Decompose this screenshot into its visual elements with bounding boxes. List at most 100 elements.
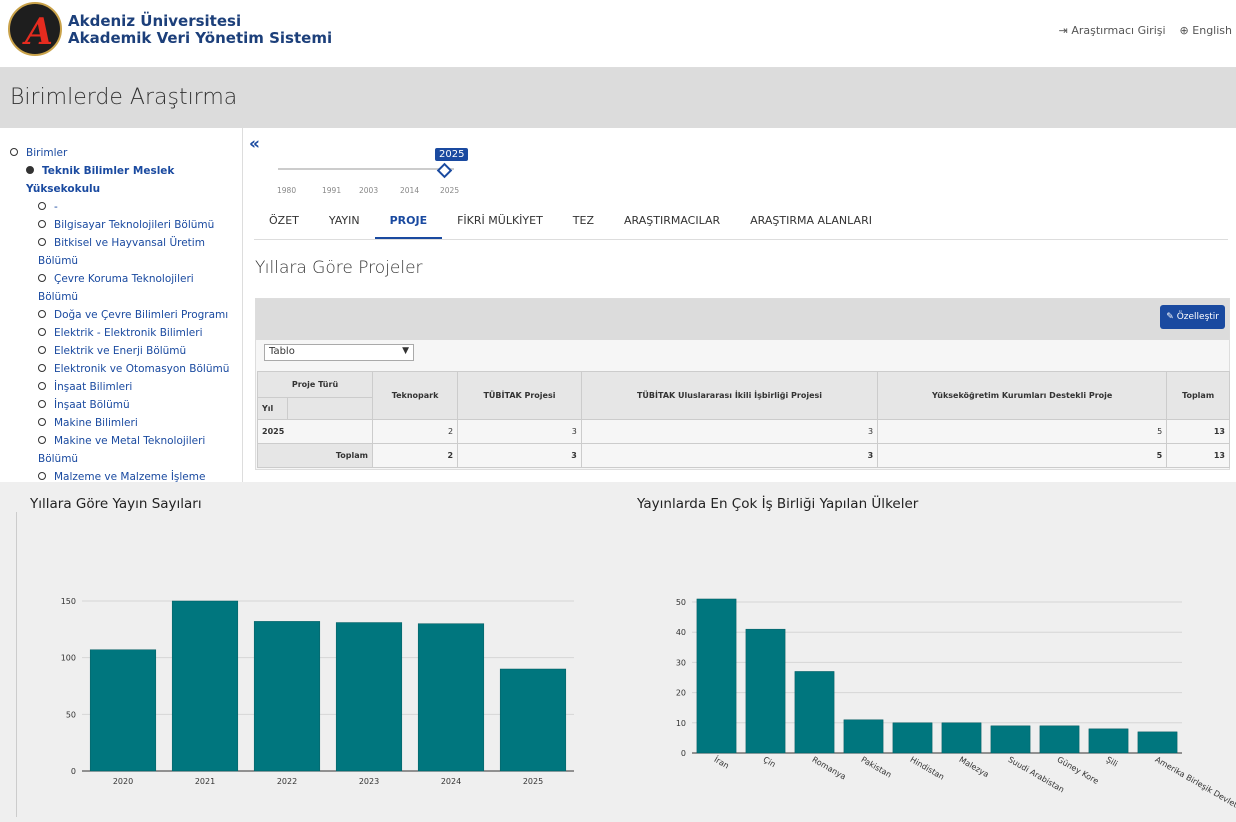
year-slider-track[interactable]: [278, 168, 454, 170]
x-tick-label: 2023: [359, 777, 379, 786]
column-header: TÜBİTAK Projesi: [457, 371, 582, 420]
login-icon: ⇥: [1058, 24, 1068, 37]
x-tick-label: 2020: [113, 777, 133, 786]
tree-item-label: Elektrik - Elektronik Bilimleri: [54, 327, 203, 339]
researcher-login-link[interactable]: ⇥ Araştırmacı Girişi: [1059, 24, 1166, 37]
col-header: Proje Türü: [257, 371, 373, 398]
x-tick-label: Romanya: [811, 755, 848, 782]
radio-icon: [38, 238, 46, 246]
column-header: Teknopark: [371, 371, 459, 420]
tree-item-label: İnşaat Bölümü: [54, 399, 130, 411]
tab-6[interactable]: ARAŞTIRMA ALANLARI: [735, 204, 887, 240]
radio-icon: [38, 436, 46, 444]
y-tick-label: 10: [676, 719, 686, 728]
total-value: 5: [877, 443, 1168, 468]
publications-chart: 0 50 100 150 2020 2021 2022 2023 2024 2025: [61, 597, 574, 786]
customize-button[interactable]: ✎ Özelleştir: [1160, 305, 1225, 329]
tree-item[interactable]: -: [10, 198, 238, 216]
tree-selected-unit[interactable]: Teknik Bilimler Meslek Yüksekokulu: [10, 162, 238, 198]
tree-item-label: Çevre Koruma Teknolojileri Bölümü: [38, 273, 194, 303]
tree-item[interactable]: Doğa ve Çevre Bilimleri Programı: [10, 306, 238, 324]
column-header: TÜBİTAK Uluslararası İkili İşbirliği Pro…: [580, 371, 879, 420]
tree-item[interactable]: Malzeme ve Malzeme İşleme Teknolojileri …: [10, 468, 238, 482]
row-header: Yıl: [257, 397, 288, 420]
tree-item[interactable]: Çevre Koruma Teknolojileri Bölümü: [10, 270, 238, 306]
y-tick-label: 50: [66, 710, 76, 719]
tree-item[interactable]: Elektrik - Elektronik Bilimleri: [10, 324, 238, 342]
tree-root-label: Birimler: [26, 147, 68, 159]
tab-2[interactable]: PROJE: [374, 204, 443, 240]
radio-icon: [38, 364, 46, 372]
bar: [696, 598, 737, 754]
total-label: Toplam: [257, 443, 373, 468]
tree-item-label: Elektrik ve Enerji Bölümü: [54, 345, 187, 357]
radio-icon: [38, 310, 46, 318]
logo-emblem: A: [25, 11, 53, 53]
tree-item[interactable]: Makine Bilimleri: [10, 414, 238, 432]
y-tick-label: 20: [676, 689, 686, 698]
x-tick-label: 2022: [277, 777, 297, 786]
y-tick-label: 150: [61, 597, 76, 606]
cell-value: 5: [877, 419, 1168, 444]
y-tick-label: 50: [676, 598, 686, 607]
bar: [941, 722, 982, 754]
bar: [990, 725, 1031, 754]
view-select-value: Tablo: [269, 346, 295, 357]
tree-item[interactable]: Elektronik ve Otomasyon Bölümü: [10, 360, 238, 378]
tree-item[interactable]: Bilgisayar Teknolojileri Bölümü: [10, 216, 238, 234]
bar: [892, 722, 933, 754]
radio-icon: [38, 346, 46, 354]
panel-header: ✎ Özelleştir: [256, 299, 1229, 340]
year-slider-handle[interactable]: [436, 162, 453, 179]
tab-4[interactable]: TEZ: [558, 204, 609, 240]
x-tick-label: 2025: [523, 777, 543, 786]
tree-item[interactable]: Makine ve Metal Teknolojileri Bölümü: [10, 432, 238, 468]
university-logo[interactable]: A: [8, 2, 62, 56]
x-tick-label: Amerika Birleşik Devletleri: [1154, 755, 1236, 816]
bar: [171, 600, 239, 772]
tree-item-label: Doğa ve Çevre Bilimleri Programı: [54, 309, 229, 321]
bar: [1088, 728, 1129, 754]
section-title: Yıllara Göre Projeler: [255, 258, 423, 278]
bar: [253, 621, 321, 772]
unit-sidebar: Birimler Teknik Bilimler Meslek Yüksekok…: [0, 128, 243, 482]
slider-year-label: 1980: [277, 186, 297, 195]
slider-year-label: 2003: [359, 186, 379, 195]
tab-3[interactable]: FİKRİ MÜLKİYET: [442, 204, 558, 240]
tree-item[interactable]: Elektrik ve Enerji Bölümü: [10, 342, 238, 360]
tab-bar: ÖZET YAYIN PROJE FİKRİ MÜLKİYET TEZ ARAŞTIRMA…: [254, 204, 887, 240]
site-title[interactable]: Akdeniz Üniversitesi Akademik Veri Yönet…: [68, 13, 332, 47]
unit-tree: Birimler Teknik Bilimler Meslek Yüksekok…: [10, 144, 238, 482]
tree-item[interactable]: İnşaat Bilimleri: [10, 378, 238, 396]
y-tick-label: 100: [61, 654, 76, 663]
year-slider-value: 2025: [435, 148, 469, 161]
x-tick-label: 2024: [441, 777, 461, 786]
login-label: Araştırmacı Girişi: [1071, 24, 1166, 37]
tree-root[interactable]: Birimler: [10, 144, 238, 162]
slider-year-label: 1991: [322, 186, 342, 195]
language-link[interactable]: ⊕ English: [1180, 24, 1232, 37]
radio-icon: [10, 148, 18, 156]
collapse-sidebar-icon[interactable]: «: [249, 134, 260, 154]
bar: [417, 623, 485, 772]
tab-0[interactable]: ÖZET: [254, 204, 314, 240]
main-content: « 2025 1980 1991 2003 2014 2025 ÖZET YAYIN PRO…: [244, 128, 1236, 482]
slider-year-label: 2025: [440, 186, 460, 195]
view-type-select[interactable]: Tablo ▼: [264, 344, 414, 361]
x-tick-label: 2021: [195, 777, 215, 786]
radio-icon: [38, 274, 46, 282]
radio-icon: [38, 472, 46, 480]
tree-item[interactable]: Bitkisel ve Hayvansal Üretim Bölümü: [10, 234, 238, 270]
y-tick-label: 30: [676, 658, 686, 667]
tree-item[interactable]: İnşaat Bölümü: [10, 396, 238, 414]
university-name: Akdeniz Üniversitesi: [68, 12, 242, 30]
tab-1[interactable]: YAYIN: [314, 204, 375, 240]
tree-item-label: Bilgisayar Teknolojileri Bölümü: [54, 219, 215, 231]
bar: [745, 628, 786, 754]
total-value: 3: [457, 443, 582, 468]
charts-area: Yıllara Göre Yayın Sayıları Yayınlarda E…: [0, 482, 1236, 822]
edit-icon: ✎: [1166, 312, 1174, 322]
total-value: 2: [371, 443, 459, 468]
table-row: 2025 2 3 3 5 13: [257, 419, 1230, 444]
tab-5[interactable]: ARAŞTIRMACILAR: [609, 204, 735, 240]
